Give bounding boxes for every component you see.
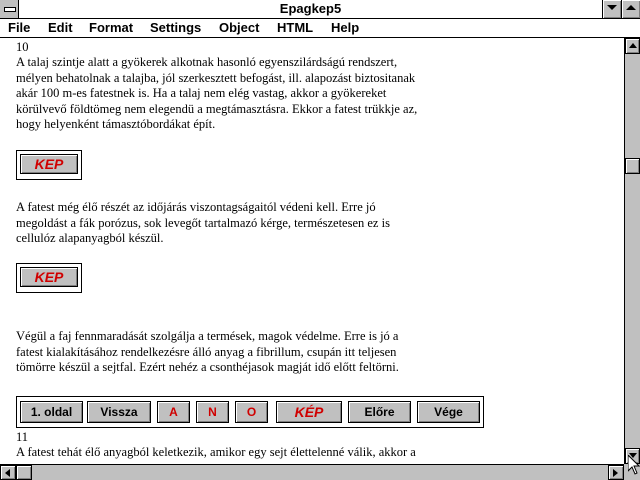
text-line: A talaj szintje alatt a gyökerek alkotna… (16, 55, 398, 69)
image-frame-1: KEP (16, 150, 82, 180)
scroll-right-arrow-icon (613, 469, 618, 477)
mouse-pointer-icon (628, 455, 640, 475)
page-number-10: 10 (16, 40, 29, 54)
first-page-button[interactable]: 1. oldal (20, 401, 83, 423)
maximize-arrow-icon (626, 5, 636, 10)
horizontal-scrollbar[interactable] (0, 464, 624, 480)
window-title: Epagkep5 (279, 1, 342, 16)
n-button[interactable]: N (196, 401, 229, 423)
image-frame-2: KEP (16, 263, 82, 293)
scroll-left-button[interactable] (0, 465, 16, 480)
text-line: fatest kialakításához rendelkezésre álló… (16, 344, 397, 359)
menu-file[interactable]: File (8, 19, 30, 37)
text-line: akár 100 m-es fatestnek is. Ha a talaj n… (16, 86, 387, 101)
a-button[interactable]: A (157, 401, 190, 423)
system-menu-icon (4, 7, 16, 12)
menu-html[interactable]: HTML (277, 19, 313, 37)
text-line: A fatest tehát élő anyagból keletkezik, … (16, 445, 416, 459)
text-line: mélyen behatolnak a talajba, jól szerkes… (16, 70, 416, 85)
paragraph-roots: A talaj szintje alatt a gyökerek alkotna… (16, 55, 486, 133)
forward-button[interactable]: Előre (348, 401, 411, 423)
kep-button-1[interactable]: KEP (20, 154, 78, 174)
kep-button-2[interactable]: KEP (20, 267, 78, 287)
paragraph-bark: A fatest még élő részét az időjárás visz… (16, 200, 486, 247)
text-line: Végül a faj fennmaradását szolgálja a te… (16, 329, 399, 343)
o-button[interactable]: O (235, 401, 268, 423)
paragraph-living-matter: A fatest tehát élő anyagból keletkezik, … (16, 445, 486, 461)
text-line: A fatest még élő részét az időjárás visz… (16, 200, 376, 214)
scroll-left-arrow-icon (5, 469, 10, 477)
end-button[interactable]: Vége (417, 401, 480, 423)
menu-edit[interactable]: Edit (48, 19, 73, 37)
page-number-11: 11 (16, 430, 29, 444)
menu-format[interactable]: Format (89, 19, 133, 37)
vertical-scroll-thumb[interactable] (625, 158, 640, 174)
kep-nav-button[interactable]: KÉP (276, 401, 342, 423)
paragraph-seeds: Végül a faj fennmaradását szolgálja a te… (16, 329, 486, 376)
scroll-up-button[interactable] (625, 38, 640, 54)
system-menu-button[interactable] (0, 0, 19, 18)
text-line: hogy helyenként támasztóbordákat épít. (16, 117, 216, 132)
minimize-arrow-icon (607, 5, 617, 10)
scroll-up-arrow-icon (629, 43, 637, 48)
text-line: tömörre készül a sejtfal. Ezért nehéz a … (16, 360, 399, 375)
maximize-button[interactable] (621, 0, 640, 18)
menu-settings[interactable]: Settings (150, 19, 201, 37)
text-line: cellulóz alapanyagból készül. (16, 231, 164, 246)
title-bar: Epagkep5 (0, 0, 640, 19)
menu-bar: File Edit Format Settings Object HTML He… (0, 19, 640, 38)
menu-object[interactable]: Object (219, 19, 259, 37)
document-area[interactable]: 10 A talaj szintje alatt a gyökerek alko… (0, 38, 624, 464)
text-line: körülvevő földtömeg nem elegendü a megtá… (16, 101, 418, 116)
back-button[interactable]: Vissza (87, 401, 151, 423)
vertical-scrollbar[interactable] (624, 38, 640, 464)
horizontal-scroll-thumb[interactable] (16, 465, 32, 480)
text-line: megoldást a fák porózus, sok levegőt tar… (16, 215, 390, 230)
navigation-bar: 1. oldal Vissza A N O KÉP Előre Vége (16, 396, 484, 428)
scroll-right-button[interactable] (608, 465, 624, 480)
minimize-button[interactable] (602, 0, 621, 18)
menu-help[interactable]: Help (331, 19, 359, 37)
